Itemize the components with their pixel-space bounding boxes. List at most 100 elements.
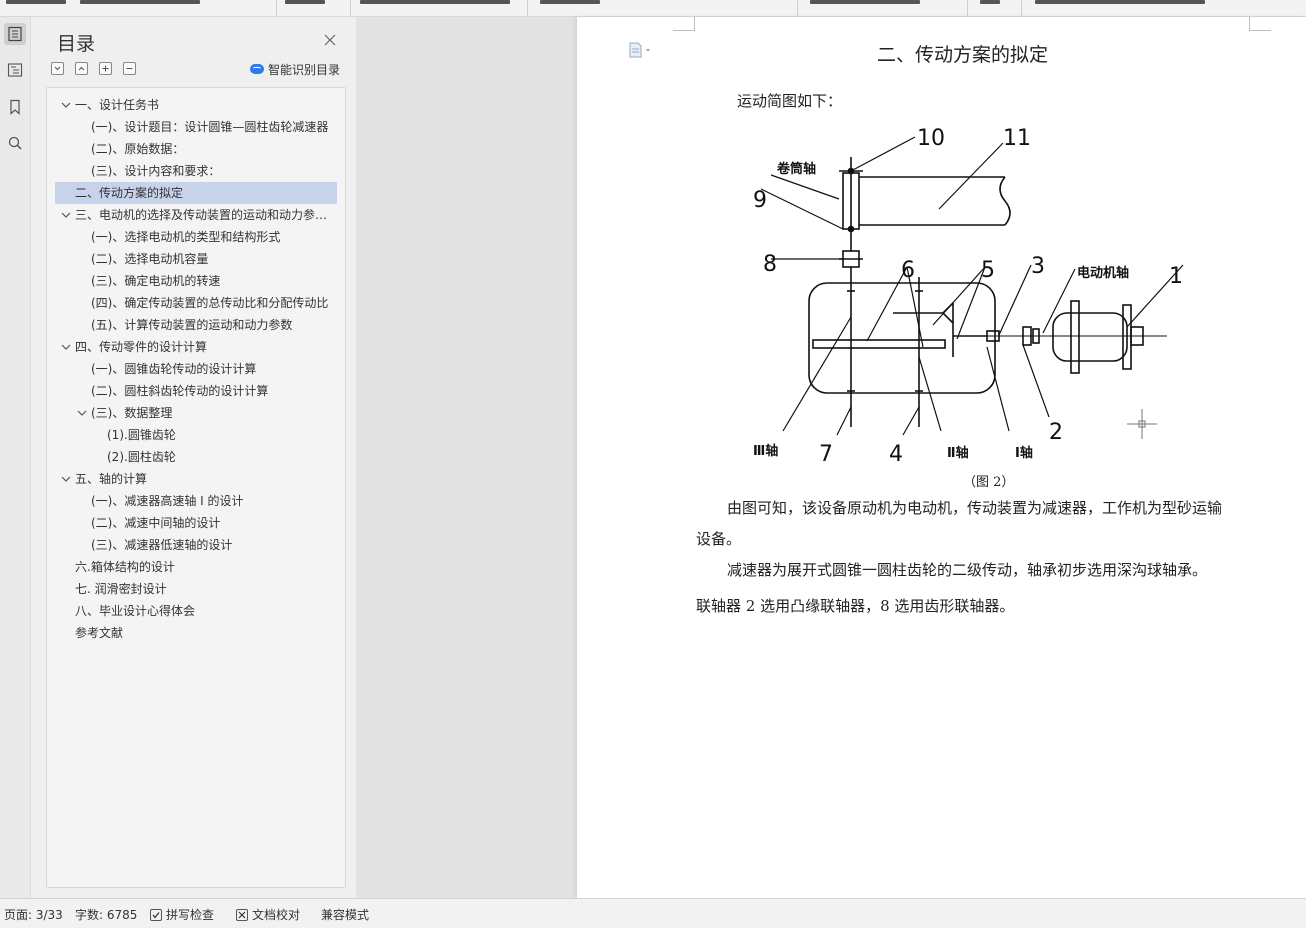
compat-mode: 兼容模式 [321,906,369,923]
toc-item-label: 三、电动机的选择及传动装置的运动和动力参数计算 [75,208,331,222]
page-count[interactable]: 页面: 3/33 [4,906,63,923]
toc-item[interactable]: (四)、确定传动装置的总传动比和分配传动比 [55,292,337,314]
toc-item-label: (一)、设计题目：设计圆锥—圆柱齿轮减速器 [91,120,329,134]
spell-check-button[interactable]: 拼写检查 [150,906,214,923]
spell-check-label: 拼写检查 [166,908,215,922]
toc-item-label: 四、传动零件的设计计算 [75,340,208,354]
status-bar: 页面: 3/33 字数: 6785 拼写检查 文档校对 兼容模式 [0,898,1306,928]
toc-item[interactable]: (五)、计算传动装置的运动和动力参数 [55,314,337,336]
paragraph-menu-icon[interactable] [629,42,653,61]
toc-item[interactable]: (二)、圆柱斜齿轮传动的设计计算 [55,380,337,402]
word-count[interactable]: 字数: 6785 [75,906,137,923]
toc-item[interactable]: (一)、选择电动机的类型和结构形式 [55,226,337,248]
toc-item[interactable]: (一)、减速器高速轴 I 的设计 [55,490,337,512]
label-6: 6 [901,258,915,283]
checkbox-icon [150,908,162,921]
toc-list: 一、设计任务书 (一)、设计题目：设计圆锥—圆柱齿轮减速器 (二)、原始数据： (三)… [46,87,346,888]
remove-heading-icon[interactable] [123,62,136,75]
word-count-label: 字数: 6785 [75,908,138,922]
toc-item[interactable]: (二)、原始数据： [55,138,337,160]
label-8: 8 [763,252,777,277]
kinematic-diagram: 9 8 10 11 6 5 3 1 2 7 4 卷筒轴 电动机轴 Ⅲ轴 Ⅱ轴 Ⅰ… [753,126,1184,467]
label-4: 4 [889,442,903,467]
nav-tree-icon[interactable] [4,59,26,81]
top-toolbar [0,0,1306,17]
toc-item[interactable]: (一)、设计题目：设计圆锥—圆柱齿轮减速器 [55,116,337,138]
toc-item[interactable]: (二)、选择电动机容量 [55,248,337,270]
proofread-icon [236,908,248,921]
chevron-down-icon[interactable] [77,402,87,424]
shaft1-label: Ⅰ轴 [1015,445,1033,461]
toc-item[interactable]: 五、轴的计算 [55,468,337,490]
toc-item[interactable]: 七. 润滑密封设计 [55,578,337,600]
toc-item-label: (三)、确定电动机的转速 [91,274,221,288]
toc-item-label: 一、设计任务书 [75,98,160,112]
toc-item-label: (二)、选择电动机容量 [91,252,209,266]
toc-item[interactable]: 参考文献 [55,622,337,644]
toc-item[interactable]: 四、传动零件的设计计算 [55,336,337,358]
toc-item-label: (2).圆柱齿轮 [107,450,176,464]
toc-item[interactable]: 六.箱体结构的设计 [55,556,337,578]
drum-shaft-label: 卷筒轴 [777,161,816,177]
toc-panel: 目录 智能识别目录 一、设计任务书 (一)、设计题目：设计圆锥—圆柱齿轮减速器 (二… [31,17,356,898]
bookmark-icon[interactable] [4,96,26,118]
close-icon[interactable] [323,33,337,47]
toc-item[interactable]: 一、设计任务书 [55,94,337,116]
paragraph-3: 联轴器 2 选用凸缘联轴器，8 选用齿形联轴器。 [696,597,1015,615]
canvas-background [356,17,577,898]
paragraph-1-line-2: 设备。 [696,530,742,548]
chevron-down-icon[interactable] [61,468,71,490]
toc-item[interactable]: (三)、设计内容和要求： [55,160,337,182]
paragraph-1-line-1: 由图可知，该设备原动机为电动机，传动装置为减速器，工作机为型砂运输 [727,499,1223,517]
toc-item[interactable]: (一)、圆锥齿轮传动的设计计算 [55,358,337,380]
compat-mode-label: 兼容模式 [321,908,370,922]
toc-item-label: (二)、圆柱斜齿轮传动的设计计算 [91,384,269,398]
chevron-down-icon[interactable] [61,94,71,116]
collapse-up-icon[interactable] [75,62,88,75]
left-icon-rail [0,17,31,898]
smart-toc-label: 智能识别目录 [268,62,341,77]
label-5: 5 [981,258,995,283]
collapse-down-icon[interactable] [51,62,64,75]
toc-item[interactable]: (三)、数据整理 [55,402,337,424]
toc-item-label: (二)、原始数据： [91,142,185,156]
chevron-down-icon[interactable] [61,204,71,226]
shaft3-label: Ⅲ轴 [753,443,778,459]
toc-item-label: (一)、减速器高速轴 I 的设计 [91,494,244,508]
smart-toc-button[interactable]: 智能识别目录 [250,60,340,78]
document-page[interactable]: 二、传动方案的拟定 运动简图如下： 9 8 10 11 6 5 3 1 2 7 … [577,17,1306,898]
toc-title: 目录 [57,33,96,55]
toc-item-label: (一)、选择电动机的类型和结构形式 [91,230,281,244]
label-1: 1 [1169,264,1183,289]
outline-icon[interactable] [4,23,26,45]
toc-item-label: (1).圆锥齿轮 [107,428,176,442]
toc-item[interactable]: 三、电动机的选择及传动装置的运动和动力参数计算 [55,204,337,226]
label-7: 7 [819,442,833,467]
toc-item-label: 五、轴的计算 [75,472,148,486]
page-count-label: 页面: 3/33 [4,908,63,922]
toc-item[interactable]: (三)、减速器低速轴的设计 [55,534,337,556]
toc-item-label: 参考文献 [75,626,124,640]
toc-item[interactable]: (三)、确定电动机的转速 [55,270,337,292]
label-2: 2 [1049,420,1063,445]
toc-item-label: (四)、确定传动装置的总传动比和分配传动比 [91,296,329,310]
doc-proof-button[interactable]: 文档校对 [236,906,300,923]
toc-item[interactable]: 二、传动方案的拟定 [55,182,337,204]
toc-item[interactable]: 八、毕业设计心得体会 [55,600,337,622]
section-heading: 二、传动方案的拟定 [877,44,1049,66]
page-corner-mark [1249,17,1271,31]
toc-item[interactable]: (1).圆锥齿轮 [55,424,337,446]
toc-item-label: 六.箱体结构的设计 [75,560,175,574]
paragraph-2: 减速器为展开式圆锥一圆柱齿轮的二级传动，轴承初步选用深沟球轴承。 [727,561,1208,579]
label-10: 10 [917,126,945,151]
toc-item[interactable]: (二)、减速中间轴的设计 [55,512,337,534]
search-icon[interactable] [4,132,26,154]
toc-item-label: (二)、减速中间轴的设计 [91,516,221,530]
toc-item-label: (三)、数据整理 [91,406,173,420]
toc-item-label: 二、传动方案的拟定 [75,186,184,200]
chevron-down-icon[interactable] [61,336,71,358]
add-heading-icon[interactable] [99,62,112,75]
toc-item[interactable]: (2).圆柱齿轮 [55,446,337,468]
cursor-crosshair [1127,409,1157,442]
toc-item-label: (三)、减速器低速轴的设计 [91,538,233,552]
